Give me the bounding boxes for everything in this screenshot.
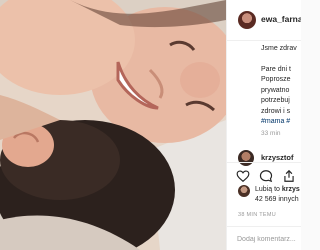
caption-line: Poprosze bbox=[261, 76, 291, 83]
caption-hashtags[interactable]: #mama # bbox=[261, 117, 301, 128]
share-icon[interactable] bbox=[282, 169, 296, 183]
liker-avatar[interactable] bbox=[238, 185, 250, 197]
post-timestamp[interactable]: 38 MIN TEMU bbox=[238, 212, 276, 218]
liked-by-prefix: Lubią to bbox=[255, 186, 282, 193]
caption-line: Pare dni t bbox=[261, 65, 291, 73]
caption-time: 33 min bbox=[261, 130, 281, 137]
comment-icon[interactable] bbox=[259, 169, 273, 183]
add-comment-bar bbox=[227, 226, 301, 250]
caption-line: potrzebuj bbox=[261, 97, 290, 104]
commenter-username[interactable]: krzysztof bbox=[261, 153, 294, 162]
post-caption: Jsme zdrav Pare dni t Poprosze prywatno … bbox=[261, 44, 301, 128]
likes-count[interactable]: 42 569 innych bbox=[255, 196, 299, 203]
action-bar bbox=[227, 162, 301, 185]
liked-by-text[interactable]: Lubią to krzys bbox=[255, 186, 300, 193]
liked-by-user[interactable]: krzys bbox=[282, 186, 300, 193]
caption-line: Jsme zdrav bbox=[261, 45, 297, 52]
post-photo[interactable] bbox=[0, 0, 226, 250]
photo-image bbox=[0, 0, 226, 250]
caption-line: zdrowi i s bbox=[261, 107, 291, 115]
heart-icon[interactable] bbox=[236, 169, 250, 183]
author-username[interactable]: ewa_farna bbox=[261, 14, 301, 24]
add-comment-input[interactable] bbox=[237, 232, 297, 246]
author-avatar[interactable] bbox=[238, 11, 256, 29]
caption-line bbox=[261, 55, 301, 65]
comment-row: krzysztof bbox=[227, 148, 301, 166]
post-header: ewa_farna bbox=[227, 0, 301, 41]
caption-line: prywatno bbox=[261, 86, 290, 94]
post-side-panel: ewa_farna Jsme zdrav Pare dni t Poprosze… bbox=[226, 0, 301, 250]
